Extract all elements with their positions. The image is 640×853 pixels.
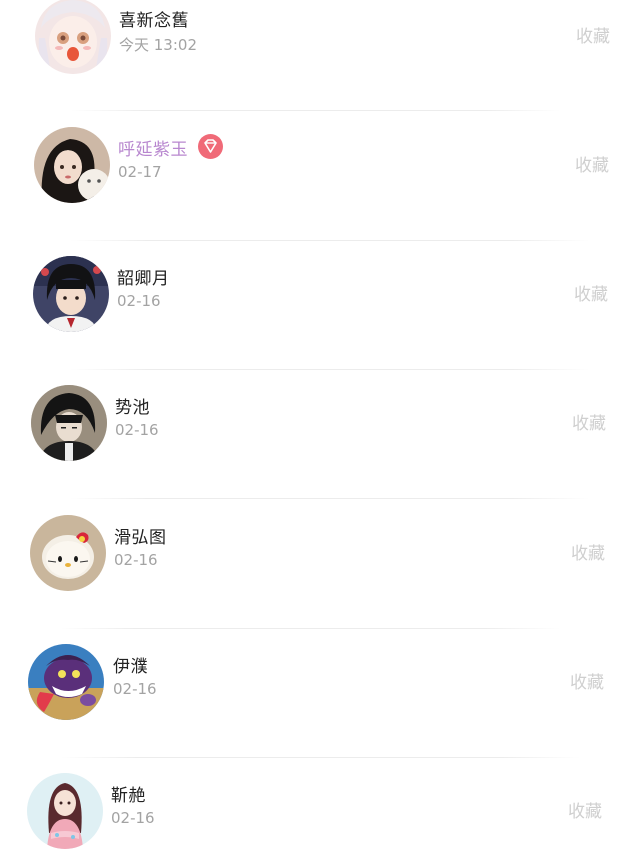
divider — [70, 369, 590, 370]
message-time: 02-16 — [117, 292, 161, 310]
favorite-button[interactable]: 收藏 — [574, 280, 608, 305]
avatar[interactable] — [31, 385, 107, 461]
avatar[interactable] — [27, 773, 103, 849]
list-item[interactable]: 势池 02-16 收藏 — [0, 385, 640, 465]
favorite-button[interactable]: 收藏 — [571, 539, 605, 564]
message-time: 02-16 — [114, 551, 158, 569]
avatar[interactable] — [35, 0, 111, 74]
message-time: 今天 13:02 — [119, 36, 197, 54]
user-name: 呼延紫玉 — [118, 140, 188, 160]
user-list: 喜新念舊 今天 13:02 收藏 呼延紫玉 02-17 收藏 韶卿月 02-16… — [0, 0, 640, 853]
list-item[interactable]: 呼延紫玉 02-17 收藏 — [0, 127, 640, 207]
user-name: 喜新念舊 — [119, 11, 189, 31]
user-name: 势池 — [115, 398, 150, 418]
favorite-button[interactable]: 收藏 — [570, 668, 604, 693]
list-item[interactable]: 喜新念舊 今天 13:02 收藏 — [0, 0, 640, 78]
message-time: 02-16 — [115, 421, 159, 439]
list-item[interactable]: 韶卿月 02-16 收藏 — [0, 256, 640, 336]
avatar[interactable] — [33, 256, 109, 332]
divider — [60, 628, 560, 629]
diamond-icon — [198, 134, 223, 159]
divider — [70, 498, 590, 499]
favorite-button[interactable]: 收藏 — [568, 797, 602, 822]
divider — [70, 110, 560, 111]
avatar[interactable] — [34, 127, 110, 203]
message-time: 02-16 — [113, 680, 157, 698]
message-time: 02-16 — [111, 809, 155, 827]
favorite-button[interactable]: 收藏 — [575, 151, 609, 176]
list-item[interactable]: 靳赩 02-16 收藏 — [0, 773, 640, 853]
message-time: 02-17 — [118, 163, 162, 181]
list-item[interactable]: 滑弘图 02-16 收藏 — [0, 515, 640, 595]
avatar[interactable] — [30, 515, 106, 591]
favorite-button[interactable]: 收藏 — [572, 409, 606, 434]
user-name: 滑弘图 — [114, 528, 167, 548]
user-name: 伊濮 — [113, 657, 148, 677]
avatar[interactable] — [28, 644, 104, 720]
divider — [60, 757, 580, 758]
favorite-button[interactable]: 收藏 — [576, 22, 610, 47]
list-item[interactable]: 伊濮 02-16 收藏 — [0, 644, 640, 724]
user-name: 靳赩 — [111, 786, 146, 806]
divider — [70, 240, 590, 241]
user-name: 韶卿月 — [117, 269, 170, 289]
